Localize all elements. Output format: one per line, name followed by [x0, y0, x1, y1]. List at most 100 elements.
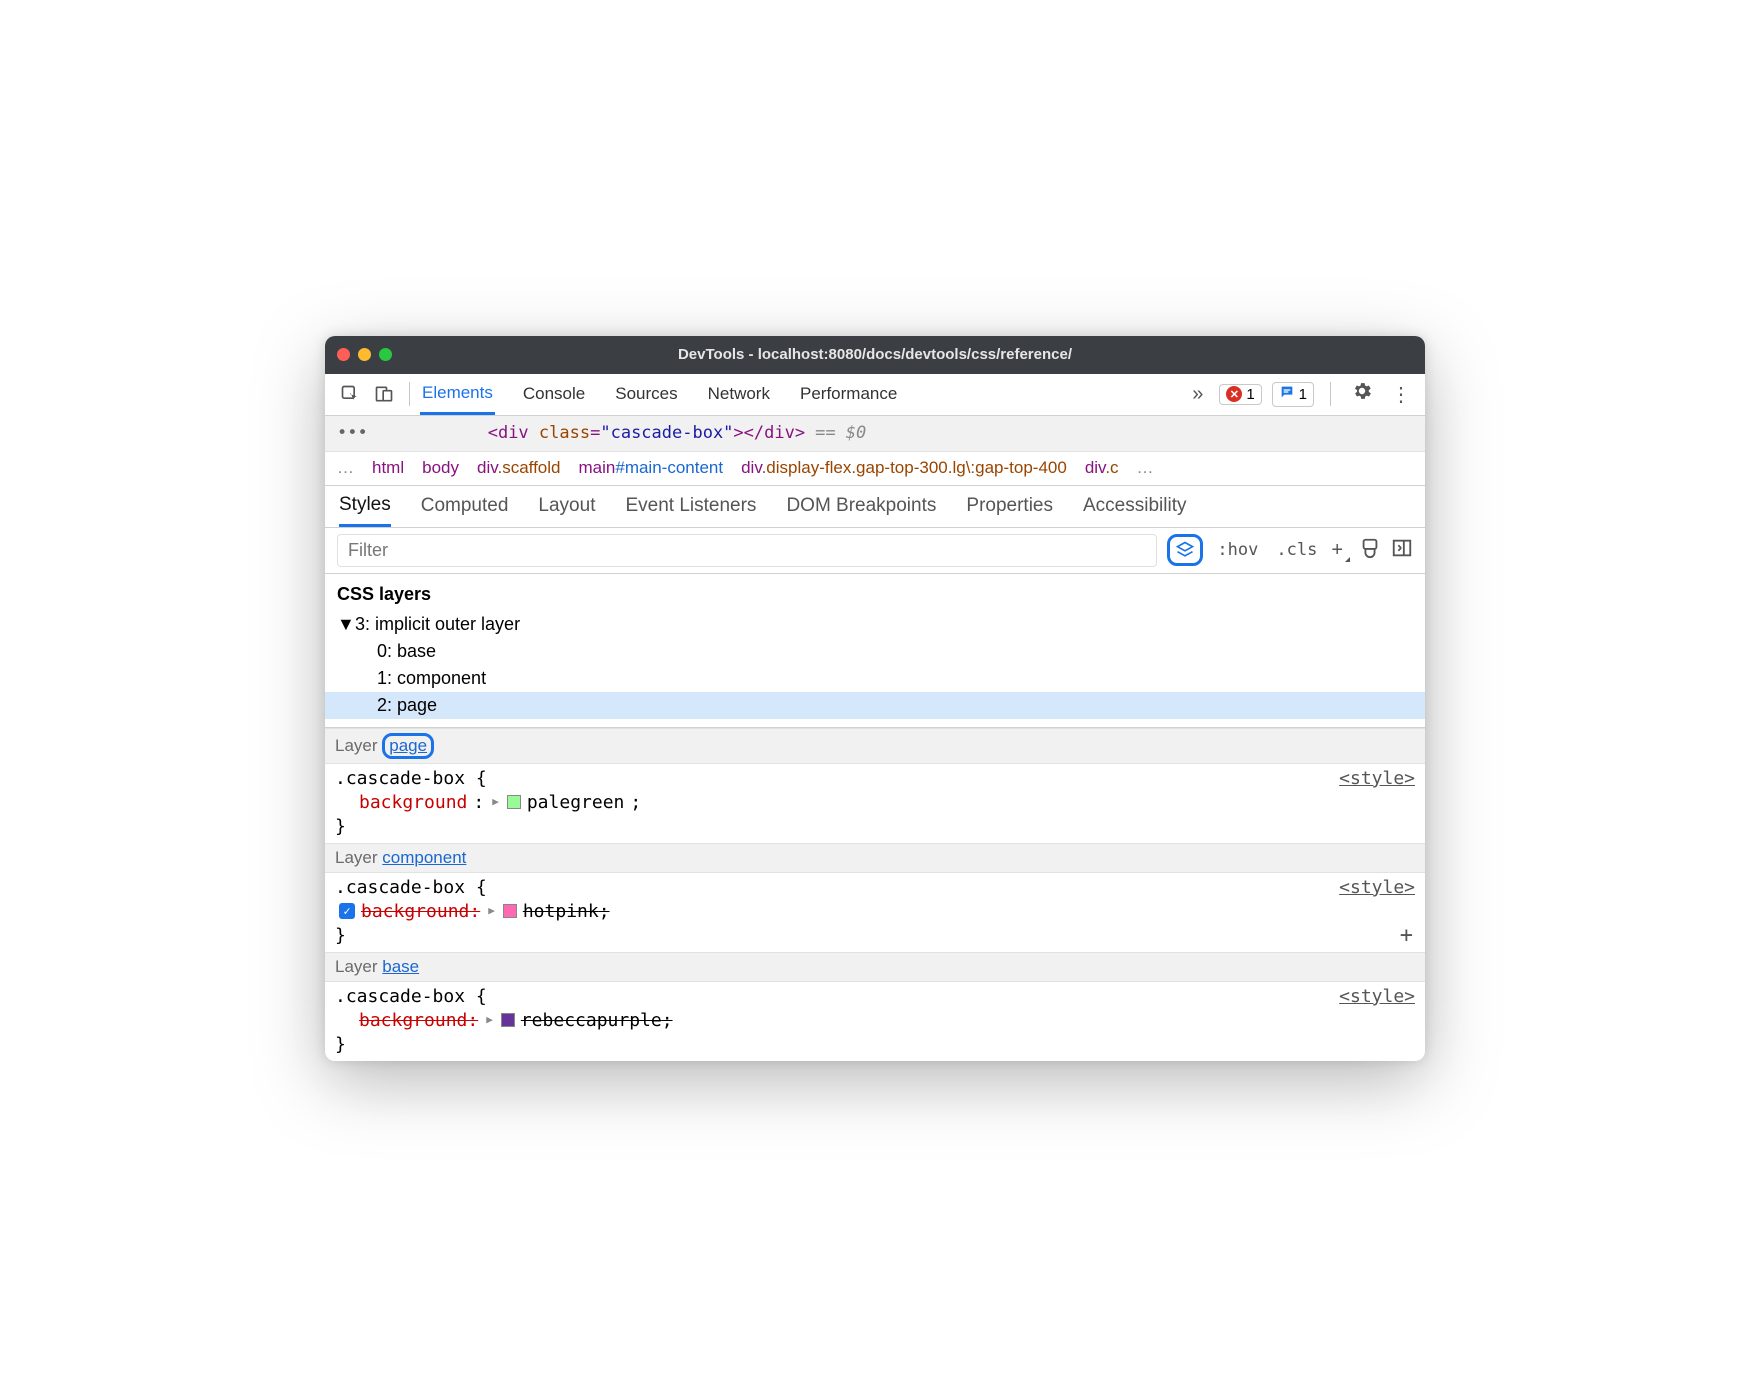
hover-states-button[interactable]: :hov — [1213, 540, 1262, 560]
element-classes-button[interactable]: .cls — [1272, 540, 1321, 560]
breadcrumb: … html body div.scaffold main#main-conte… — [325, 452, 1425, 486]
layer-item-component[interactable]: 1: component — [337, 665, 1413, 692]
device-toolbar-icon[interactable] — [369, 379, 399, 409]
rule-layer-header: Layer page — [325, 728, 1425, 764]
layer-link-base[interactable]: base — [382, 957, 419, 977]
styles-filter-input[interactable] — [337, 534, 1157, 567]
css-layers-title: CSS layers — [325, 574, 1425, 611]
rule-closing: } — [335, 1034, 1415, 1055]
css-property: background: — [359, 1007, 478, 1034]
selected-ref: == $0 — [815, 423, 866, 443]
layer-label-text: Layer — [335, 848, 378, 868]
color-swatch[interactable] — [503, 904, 517, 918]
layer-item-page[interactable]: 2: page — [325, 692, 1425, 719]
css-property: background — [359, 789, 467, 816]
subtab-properties[interactable]: Properties — [966, 486, 1053, 527]
main-toolbar: Elements Console Sources Network Perform… — [325, 374, 1425, 416]
css-layers-panel: CSS layers ▼ 3: implicit outer layer 0: … — [325, 574, 1425, 728]
layer-label-text: Layer — [335, 736, 378, 756]
styles-filter-bar: :hov .cls + — [325, 528, 1425, 574]
crumb-body[interactable]: body — [422, 458, 459, 478]
separator — [409, 382, 410, 406]
expand-shorthand-icon[interactable]: ▶ — [486, 1012, 493, 1029]
message-icon — [1279, 384, 1295, 405]
color-swatch[interactable] — [507, 795, 521, 809]
rule-layer-header: Layer base — [325, 952, 1425, 982]
css-value: rebeccapurple; — [521, 1007, 673, 1034]
layer-item-base[interactable]: 0: base — [337, 638, 1413, 665]
subtab-event-listeners[interactable]: Event Listeners — [625, 486, 756, 527]
layer-label-text: Layer — [335, 957, 378, 977]
tab-elements[interactable]: Elements — [420, 374, 495, 415]
main-tabs: Elements Console Sources Network Perform… — [420, 374, 899, 415]
style-rule[interactable]: <style> .cascade-box { background: ▶ pal… — [325, 764, 1425, 843]
css-declaration[interactable]: background: ▶ palegreen; — [335, 789, 1415, 816]
rule-source-link[interactable]: <style> — [1339, 986, 1415, 1007]
html-attr-value: "cascade-box" — [600, 423, 733, 443]
rule-closing: } — [335, 925, 1415, 946]
titlebar: DevTools - localhost:8080/docs/devtools/… — [325, 336, 1425, 374]
crumb-div-flex[interactable]: div.display-flex.gap-top-300.lg\:gap-top… — [741, 458, 1067, 478]
breadcrumb-overflow-right[interactable]: … — [1137, 458, 1154, 478]
computed-sidebar-icon[interactable] — [1391, 537, 1413, 564]
style-rule[interactable]: <style> .cascade-box { ✓ background: ▶ h… — [325, 873, 1425, 952]
selected-element-html[interactable]: ••• <div class = "cascade-box" ></div> =… — [325, 416, 1425, 452]
new-style-rule-button[interactable]: + — [1331, 539, 1349, 562]
layer-link-page[interactable]: page — [389, 736, 427, 755]
rendering-emulations-icon[interactable] — [1359, 537, 1381, 564]
messages-badge[interactable]: 1 — [1272, 382, 1314, 407]
tab-performance[interactable]: Performance — [798, 374, 899, 415]
expand-shorthand-icon[interactable]: ▶ — [488, 903, 495, 920]
tab-network[interactable]: Network — [706, 374, 772, 415]
css-property: background: — [361, 898, 480, 925]
tab-sources[interactable]: Sources — [613, 374, 679, 415]
rule-selector: .cascade-box { — [335, 877, 1415, 898]
html-attr-name: class — [539, 423, 590, 443]
css-declaration[interactable]: background: ▶ rebeccapurple; — [335, 1007, 1415, 1034]
messages-count: 1 — [1299, 386, 1307, 403]
css-value: palegreen — [527, 789, 625, 816]
layer-root[interactable]: ▼ 3: implicit outer layer — [337, 611, 1413, 638]
crumb-div-c[interactable]: div.c — [1085, 458, 1119, 478]
subtab-dom-breakpoints[interactable]: DOM Breakpoints — [786, 486, 936, 527]
rule-closing: } — [335, 816, 1415, 837]
rule-selector: .cascade-box { — [335, 768, 1415, 789]
rule-source-link[interactable]: <style> — [1339, 877, 1415, 898]
layer-link-component[interactable]: component — [382, 848, 466, 868]
html-close: ></div> — [733, 423, 805, 443]
settings-icon[interactable] — [1347, 380, 1377, 408]
crumb-html[interactable]: html — [372, 458, 404, 478]
styles-subtabs: Styles Computed Layout Event Listeners D… — [325, 486, 1425, 528]
color-swatch[interactable] — [501, 1013, 515, 1027]
style-rule[interactable]: <style> .cascade-box { background: ▶ reb… — [325, 982, 1425, 1061]
add-declaration-button[interactable]: + — [1400, 923, 1413, 948]
rule-layer-header: Layer component — [325, 843, 1425, 873]
kebab-menu-icon[interactable]: ⋮ — [1387, 382, 1415, 407]
subtab-styles[interactable]: Styles — [339, 486, 391, 527]
expand-shorthand-icon[interactable]: ▶ — [492, 794, 499, 811]
more-tabs-button[interactable]: » — [1186, 383, 1209, 406]
toggle-css-layers-button[interactable] — [1167, 534, 1203, 566]
crumb-div-scaffold[interactable]: div.scaffold — [477, 458, 561, 478]
subtab-accessibility[interactable]: Accessibility — [1083, 486, 1186, 527]
crumb-main[interactable]: main#main-content — [579, 458, 724, 478]
errors-badge[interactable]: ✕ 1 — [1219, 384, 1261, 405]
window-title: DevTools - localhost:8080/docs/devtools/… — [325, 346, 1425, 363]
tab-console[interactable]: Console — [521, 374, 587, 415]
rule-source-link[interactable]: <style> — [1339, 768, 1415, 789]
breadcrumb-overflow-left[interactable]: … — [337, 458, 354, 478]
devtools-window: DevTools - localhost:8080/docs/devtools/… — [325, 336, 1425, 1061]
css-declaration[interactable]: ✓ background: ▶ hotpink; — [335, 898, 1415, 925]
inspect-element-icon[interactable] — [335, 379, 365, 409]
separator — [1330, 382, 1331, 406]
declaration-checkbox[interactable]: ✓ — [339, 903, 355, 919]
layer-root-label: 3: implicit outer layer — [355, 614, 520, 635]
rule-selector: .cascade-box { — [335, 986, 1415, 1007]
error-icon: ✕ — [1226, 386, 1242, 402]
subtab-computed[interactable]: Computed — [421, 486, 509, 527]
errors-count: 1 — [1246, 386, 1254, 403]
subtab-layout[interactable]: Layout — [538, 486, 595, 527]
css-value: hotpink; — [523, 898, 610, 925]
chevron-down-icon: ▼ — [337, 614, 351, 635]
collapsed-indicator-icon: ••• — [337, 423, 368, 443]
